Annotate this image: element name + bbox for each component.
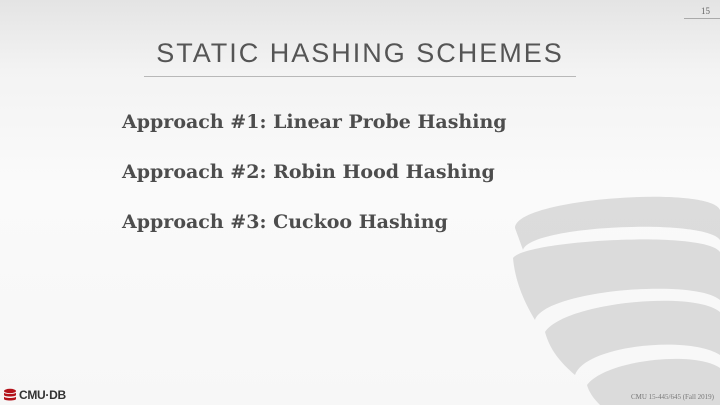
bullet-item: Approach #2: Robin Hood Hashing [122,161,495,183]
database-watermark-icon [513,196,720,405]
bullet-list: Approach #1: Linear Probe Hashing Approa… [122,106,507,256]
course-label: CMU 15-445/645 (Fall 2019) [630,393,714,401]
database-icon [4,388,16,401]
cmu-db-logo: CMU·DB [3,387,66,403]
title-divider [144,76,576,77]
bullet-item: Approach #3: Cuckoo Hashing [122,211,448,233]
slide-number-underline [684,18,720,19]
logo-text: CMU·DB [19,388,66,402]
slide-title: STATIC HASHING SCHEMES [156,38,564,68]
slide-number: 15 [701,6,710,16]
bullet-item: Approach #1: Linear Probe Hashing [122,111,507,133]
